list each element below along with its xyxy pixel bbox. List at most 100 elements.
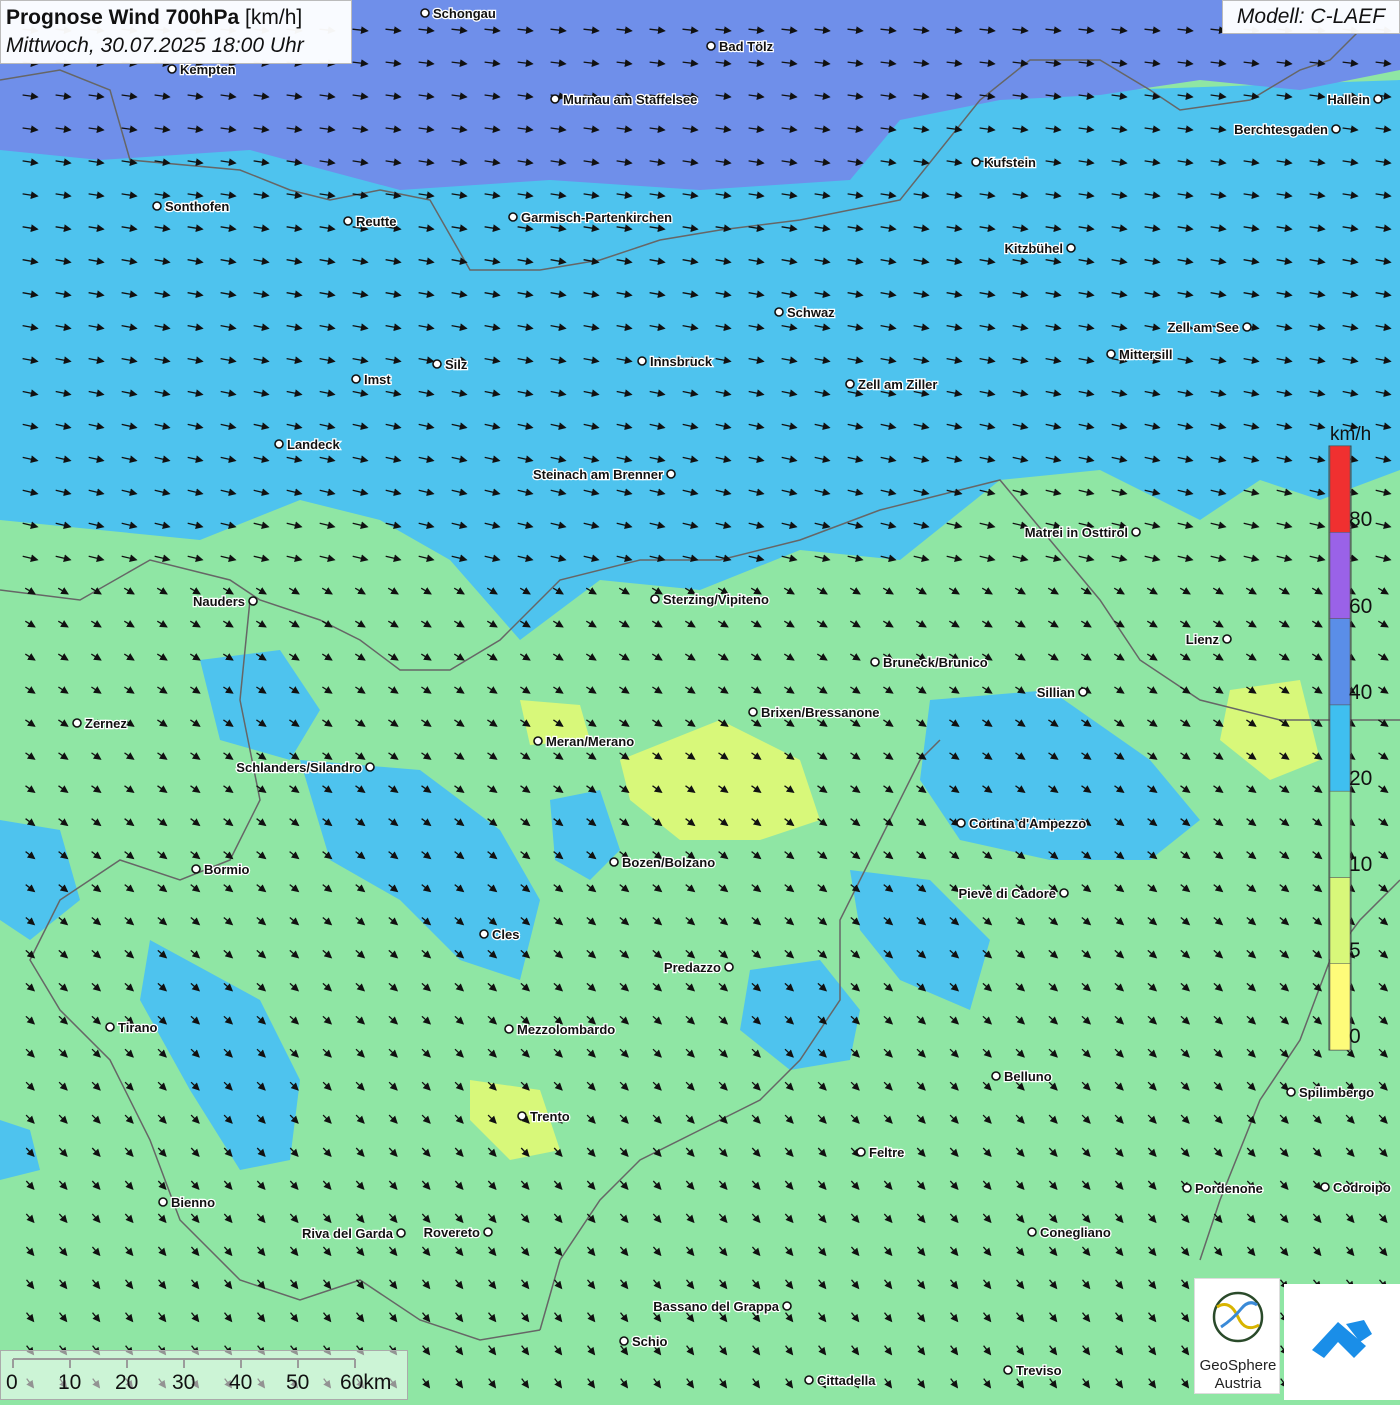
city-label: Sonthofen [165, 199, 229, 214]
city-dot [1242, 322, 1252, 332]
legend-label-10: 10 [1349, 853, 1373, 876]
city-dot [248, 596, 258, 606]
city-dot [420, 8, 430, 18]
city-label: Schlanders/Silandro [236, 760, 362, 775]
city-label: Meran/Merano [546, 734, 634, 749]
city-dot [1182, 1183, 1192, 1193]
app-logo-icon [1312, 1320, 1372, 1358]
city-dot [343, 216, 353, 226]
city-label: Codroipo [1333, 1180, 1391, 1195]
title-unit: [km/h] [245, 6, 303, 29]
legend-bin [1329, 963, 1351, 1051]
city-label: Lienz [1186, 632, 1220, 647]
title-panel: Prognose Wind 700hPa [km/h] Mittwoch, 30… [0, 0, 352, 64]
city-dot [351, 374, 361, 384]
city-dot [550, 94, 560, 104]
city-label: Sillian [1037, 685, 1075, 700]
city-label: Kitzbühel [1005, 241, 1064, 256]
city-label: Kufstein [984, 155, 1036, 170]
geosphere-emblem-icon [1212, 1291, 1264, 1343]
city-dot [748, 707, 758, 717]
city-dot [1320, 1182, 1330, 1192]
legend-bin [1329, 532, 1351, 619]
city-label: Riva del Garda [302, 1226, 394, 1241]
legend-label-40: 40 [1349, 681, 1373, 704]
city-label: Zell am Ziller [858, 377, 937, 392]
app-logo[interactable] [1284, 1284, 1400, 1400]
map-subtitle: Mittwoch, 30.07.2025 18:00 Uhr [6, 34, 304, 57]
geosphere-subname: Austria [1214, 1375, 1262, 1392]
city-dot [1131, 527, 1141, 537]
city-dot [508, 212, 518, 222]
city-dot [152, 201, 162, 211]
city-label: Murnau am Staffelsee [563, 92, 697, 107]
city-dot [856, 1147, 866, 1157]
city-dot [609, 857, 619, 867]
legend-label-5: 5 [1349, 939, 1361, 962]
geosphere-logo[interactable]: GeoSphere Austria [1194, 1278, 1280, 1394]
city-label: Silz [445, 357, 468, 372]
city-dot [666, 469, 676, 479]
city-dot [782, 1301, 792, 1311]
city-label: Cortina d'Ampezzo [969, 816, 1086, 831]
scale-tick-label: 50 [286, 1371, 310, 1394]
model-label: Modell: C-LAEF [1222, 0, 1400, 34]
wind-map[interactable]: Schongau Bad Tölz Kempten Murnau am Staffel… [0, 0, 1400, 1400]
city-dot [191, 864, 201, 874]
scale-tick-label: 0 [6, 1371, 18, 1394]
city-label: Brixen/Bressanone [761, 705, 880, 720]
city-label: Reutte [356, 214, 396, 229]
city-dot [804, 1375, 814, 1385]
city-label: Cles [492, 927, 519, 942]
city-label: Zell am See [1167, 320, 1239, 335]
city-label: Treviso [1016, 1363, 1062, 1378]
city-dot [637, 356, 647, 366]
city-dot [724, 962, 734, 972]
legend-label-0: 0 [1349, 1025, 1361, 1048]
scale-tick-label: 60km [340, 1371, 392, 1394]
city-label: Imst [364, 372, 391, 387]
scale-tick-label: 30 [172, 1371, 196, 1394]
city-dot [650, 594, 660, 604]
city-dot [1066, 243, 1076, 253]
city-label: Schio [632, 1334, 667, 1349]
city-dot [167, 64, 177, 74]
legend-label-80: 80 [1349, 508, 1373, 531]
city-label: Nauders [193, 594, 245, 609]
city-label: Bozen/Bolzano [622, 855, 715, 870]
city-label: Kempten [180, 62, 236, 77]
city-dot [1003, 1365, 1013, 1375]
city-label: Bassano del Grappa [653, 1299, 779, 1314]
city-dot [1106, 349, 1116, 359]
city-label: Mittersill [1119, 347, 1172, 362]
city-dot [706, 41, 716, 51]
city-label: Rovereto [424, 1225, 480, 1240]
city-dot [274, 439, 284, 449]
city-dot [483, 1227, 493, 1237]
city-label: Garmisch-Partenkirchen [521, 210, 672, 225]
city-label: Bienno [171, 1195, 215, 1210]
city-dot [971, 157, 981, 167]
city-dot [365, 762, 375, 772]
city-dot [1286, 1087, 1296, 1097]
geosphere-name: GeoSphere [1199, 1357, 1277, 1374]
legend-bin [1329, 704, 1351, 792]
city-dot [1027, 1227, 1037, 1237]
scale-tick-label: 20 [115, 1371, 139, 1394]
city-dot [1078, 687, 1088, 697]
city-dot [72, 718, 82, 728]
city-label: Berchtesgaden [1234, 122, 1328, 137]
city-label: Steinach am Brenner [533, 467, 663, 482]
legend-bin [1329, 877, 1351, 964]
city-label: Pieve di Cadore [958, 886, 1056, 901]
city-dot [845, 379, 855, 389]
scale-tick-label: 10 [58, 1371, 82, 1394]
city-dot [432, 359, 442, 369]
scale-tick-label: 40 [229, 1371, 253, 1394]
city-dot [479, 929, 489, 939]
city-label: Conegliano [1040, 1225, 1111, 1240]
legend-bin [1329, 445, 1351, 533]
city-label: Spilimbergo [1299, 1085, 1374, 1100]
city-label: Belluno [1004, 1069, 1052, 1084]
city-label: Predazzo [664, 960, 721, 975]
